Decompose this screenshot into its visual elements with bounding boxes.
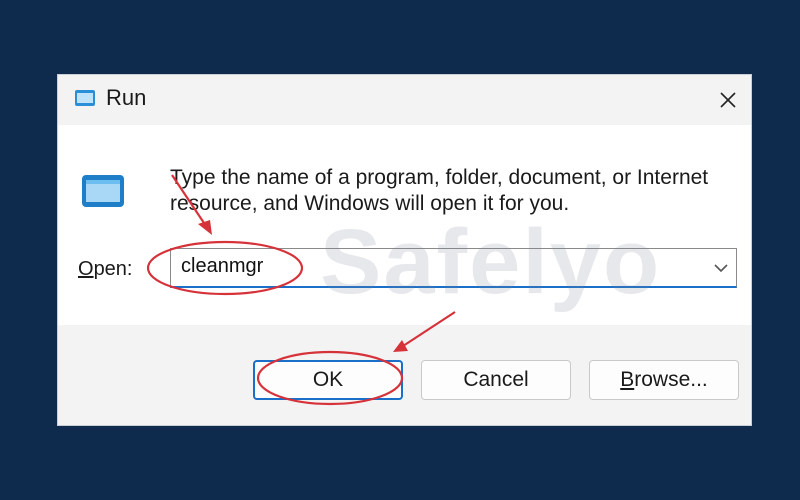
button-bar: OK Cancel Browse... — [58, 325, 751, 425]
title-bar[interactable]: Run — [58, 75, 751, 125]
browse-label-rest: rowse... — [634, 368, 708, 391]
run-icon — [75, 90, 95, 106]
browse-button[interactable]: Browse... — [589, 360, 739, 400]
dialog-body: Type the name of a program, folder, docu… — [58, 125, 751, 325]
browse-mnemonic: B — [620, 368, 635, 391]
window-title: Run — [106, 85, 147, 110]
open-input[interactable]: cleanmgr — [181, 255, 263, 278]
open-label-mnemonic: O — [78, 258, 94, 280]
open-combobox[interactable]: cleanmgr — [170, 248, 737, 288]
run-dialog: Run Type the name of a program, folder, … — [58, 75, 751, 425]
chevron-down-icon[interactable] — [712, 259, 730, 277]
close-icon — [720, 92, 736, 108]
description-text: Type the name of a program, folder, docu… — [170, 166, 709, 215]
close-button[interactable] — [705, 75, 751, 125]
ok-button[interactable]: OK — [253, 360, 403, 400]
open-label: Open: — [78, 258, 133, 281]
run-app-icon — [82, 175, 124, 207]
cancel-button[interactable]: Cancel — [421, 360, 571, 400]
open-label-rest: pen: — [93, 258, 133, 280]
